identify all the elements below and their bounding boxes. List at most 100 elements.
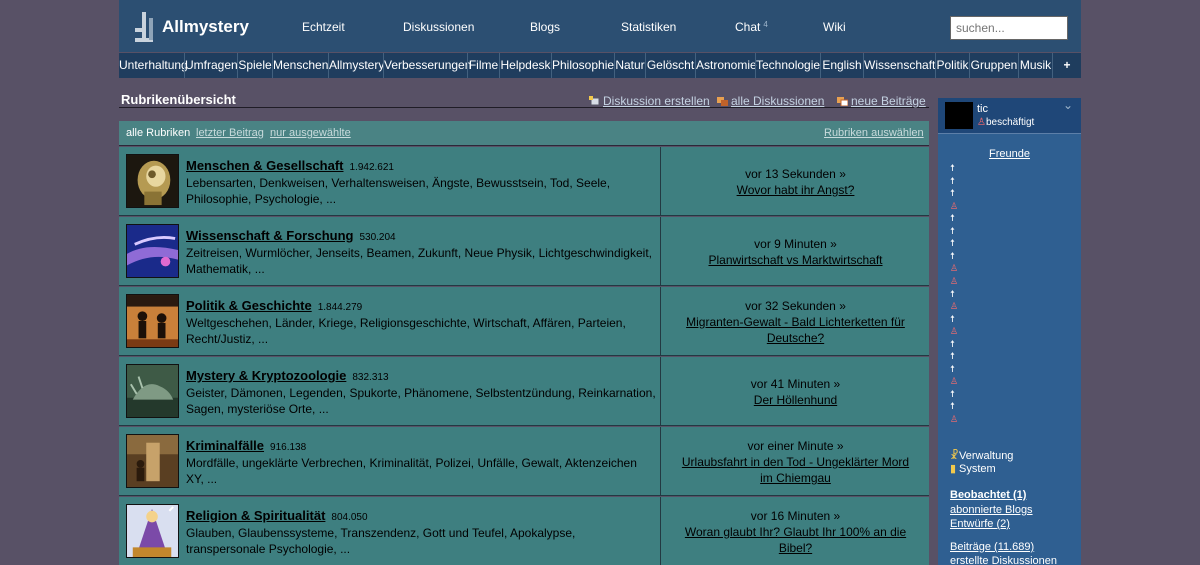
latest-post-link[interactable]: Der Höllenhund — [754, 392, 837, 408]
new-discussion-icon — [589, 96, 600, 106]
rubrik-title[interactable]: Religion & Spiritualität 804.050 — [186, 508, 368, 523]
entwuerfe-link[interactable]: Entwürfe (2) — [950, 518, 1010, 530]
friend-online-icon[interactable]: ☨ — [950, 175, 960, 187]
chat-badge: 4 — [763, 20, 768, 29]
friend-busy-icon[interactable]: ♙ — [950, 325, 960, 337]
new-posts-icon — [837, 97, 848, 106]
friend-busy-icon[interactable]: ♙ — [950, 413, 960, 425]
new-posts-link[interactable]: neue Beiträge — [837, 94, 926, 108]
cat-astronomie[interactable]: Astronomie — [695, 53, 757, 78]
rubrik-thumbnail-image[interactable] — [126, 294, 179, 348]
cat-helpdesk[interactable]: Helpdesk — [499, 53, 551, 78]
rubrik-title[interactable]: Menschen & Gesellschaft 1.942.621 — [186, 158, 394, 173]
erstellte-diskussionen-link[interactable]: erstellte Diskussionen — [950, 555, 1057, 565]
nav-echtzeit[interactable]: Echtzeit — [302, 20, 345, 34]
latest-post-link[interactable]: Migranten-Gewalt - Bald Lichterketten fü… — [676, 314, 915, 346]
nav-chat[interactable]: Chat 4 — [735, 20, 768, 34]
cat-musik[interactable]: Musik — [1018, 53, 1052, 78]
nav-statistiken[interactable]: Statistiken — [621, 20, 676, 34]
all-discussions-link[interactable]: alle Diskussionen — [717, 94, 824, 108]
logo-text[interactable]: Allmystery — [162, 17, 249, 37]
latest-post-link[interactable]: Wovor habt ihr Angst? — [737, 182, 855, 198]
chevron-down-icon[interactable]: ⌄ — [1063, 98, 1073, 112]
cat-politik[interactable]: Politik — [935, 53, 969, 78]
rubrik-thumbnail-image[interactable] — [126, 504, 179, 558]
rubrik-thumbnail-image[interactable] — [126, 154, 179, 208]
nav-wiki[interactable]: Wiki — [823, 20, 846, 34]
rubrik-title-text: Religion & Spiritualität — [186, 508, 326, 523]
friend-busy-icon[interactable]: ♙ — [950, 262, 960, 274]
cat-umfragen[interactable]: Umfragen — [184, 53, 238, 78]
rubrik-row: Wissenschaft & Forschung 530.204 Zeitreis… — [119, 217, 929, 286]
admin-icon: ☧ — [950, 450, 959, 462]
choose-rubriken-link[interactable]: Rubriken auswählen — [824, 127, 924, 139]
page-title: Rubrikenübersicht — [121, 92, 236, 107]
friend-online-icon[interactable]: ☨ — [950, 212, 960, 224]
status-busy-icon: ♙ — [977, 117, 986, 128]
rubrik-title-text: Politik & Geschichte — [186, 298, 312, 313]
friend-online-icon[interactable]: ☨ — [950, 313, 960, 325]
cat-philosophie[interactable]: Philosophie — [551, 53, 614, 78]
friend-busy-icon[interactable]: ♙ — [950, 200, 960, 212]
avatar[interactable] — [945, 102, 973, 129]
friend-online-icon[interactable]: ☨ — [950, 363, 960, 375]
cat-unterhaltung[interactable]: Unterhaltung — [119, 53, 188, 78]
tab-nur-ausgewaehlte[interactable]: nur ausgewählte — [270, 127, 351, 139]
cat-spiele[interactable]: Spiele — [237, 53, 272, 78]
friend-busy-icon[interactable]: ♙ — [950, 275, 960, 287]
cat-allmystery[interactable]: Allmystery — [328, 53, 384, 78]
latest-post-link[interactable]: Planwirtschaft vs Marktwirtschaft — [708, 252, 882, 268]
friend-online-icon[interactable]: ☨ — [950, 338, 960, 350]
rubrik-thumbnail-image[interactable] — [126, 434, 179, 488]
latest-post-link[interactable]: Woran glaubt Ihr? Glaubt Ihr 100% an die… — [676, 524, 915, 556]
rubrik-title[interactable]: Mystery & Kryptozoologie 832.313 — [186, 368, 389, 383]
system-item[interactable]: ▮ System — [950, 462, 996, 475]
rubrik-thumbnail-image[interactable] — [126, 224, 179, 278]
verwaltung-item[interactable]: ☧Verwaltung — [950, 449, 1013, 462]
friend-busy-icon[interactable]: ♙ — [950, 300, 960, 312]
allmystery-logo-icon[interactable] — [135, 12, 153, 44]
cat-gruppen[interactable]: Gruppen — [969, 53, 1018, 78]
friend-online-icon[interactable]: ☨ — [950, 237, 960, 249]
nav-diskussionen[interactable]: Diskussionen — [403, 20, 474, 34]
create-discussion-link[interactable]: Diskussion erstellen — [589, 94, 710, 108]
username[interactable]: tic — [977, 103, 988, 115]
cat-technologie[interactable]: Technologie — [755, 53, 820, 78]
friend-online-icon[interactable]: ☨ — [950, 388, 960, 400]
rubrik-title[interactable]: Kriminalfälle 916.138 — [186, 438, 306, 453]
cat-wissenschaft[interactable]: Wissenschaft — [863, 53, 935, 78]
beitraege-link[interactable]: Beiträge (11.689) — [950, 541, 1034, 553]
user-status[interactable]: ♙beschäftigt — [977, 117, 1034, 128]
search-input[interactable] — [950, 16, 1068, 40]
friend-online-icon[interactable]: ☨ — [950, 162, 960, 174]
rubrik-thumbnail-image[interactable] — [126, 364, 179, 418]
nav-chat-label: Chat — [735, 20, 761, 34]
latest-post-link[interactable]: Urlaubsfahrt in den Tod - Ungeklärter Mo… — [676, 454, 915, 486]
cat-geloescht[interactable]: Gelöscht — [645, 53, 695, 78]
rubrik-title[interactable]: Wissenschaft & Forschung 530.204 — [186, 228, 396, 243]
friend-online-icon[interactable]: ☨ — [950, 250, 960, 262]
system-label: System — [959, 463, 996, 475]
cat-verbesserungen[interactable]: Verbesserungen — [383, 53, 471, 78]
category-bar: Unterhaltung Umfragen Spiele Menschen Al… — [119, 53, 1081, 78]
beobachtet-link[interactable]: Beobachtet (1) — [950, 489, 1026, 501]
friend-online-icon[interactable]: ☨ — [950, 400, 960, 412]
nav-blogs[interactable]: Blogs — [530, 20, 560, 34]
latest-post-time: vor 41 Minuten » — [750, 376, 841, 391]
cat-filme[interactable]: Filme — [467, 53, 499, 78]
cat-menschen[interactable]: Menschen — [272, 53, 328, 78]
friends-link[interactable]: Freunde — [938, 148, 1081, 160]
cat-natur[interactable]: Natur — [614, 53, 645, 78]
friend-online-icon[interactable]: ☨ — [950, 350, 960, 362]
friend-online-icon[interactable]: ☨ — [950, 225, 960, 237]
friend-busy-icon[interactable]: ♙ — [950, 375, 960, 387]
tab-letzter-beitrag[interactable]: letzter Beitrag — [196, 127, 264, 139]
rubrik-count: 1.942.621 — [349, 162, 395, 173]
abonnierte-blogs-link[interactable]: abonnierte Blogs — [950, 504, 1033, 516]
cat-english[interactable]: English — [820, 53, 863, 78]
rubrik-title[interactable]: Politik & Geschichte 1.844.279 — [186, 298, 362, 313]
cat-more-button[interactable]: + — [1052, 53, 1081, 78]
friend-online-icon[interactable]: ☨ — [950, 288, 960, 300]
friend-online-icon[interactable]: ☨ — [950, 187, 960, 199]
tab-alle-rubriken[interactable]: alle Rubriken — [126, 127, 190, 139]
